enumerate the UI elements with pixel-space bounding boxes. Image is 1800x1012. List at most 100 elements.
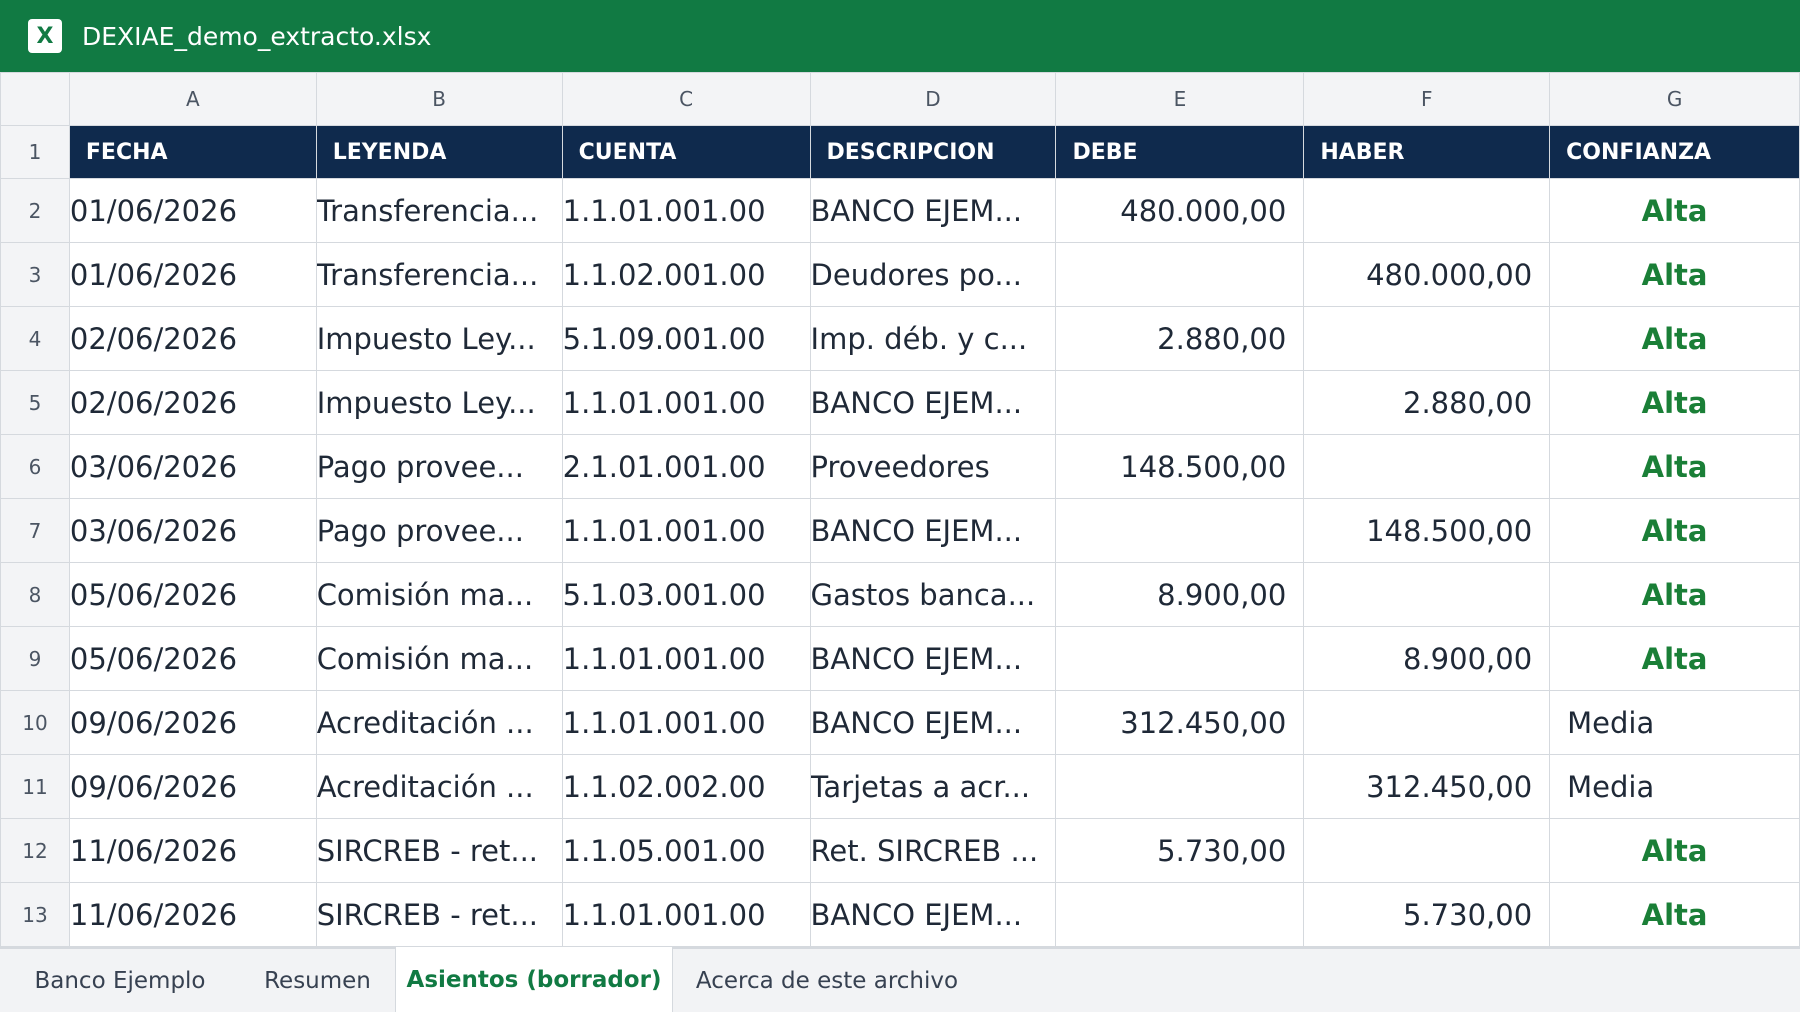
- cell-leyenda[interactable]: Acreditación ...: [315, 690, 563, 755]
- cell-confianza[interactable]: Alta: [1549, 178, 1800, 243]
- cell-descripcion[interactable]: Gastos banca...: [809, 562, 1057, 627]
- row-header[interactable]: 1: [0, 125, 70, 179]
- cell-debe[interactable]: 480.000,00: [1055, 178, 1305, 243]
- header-cell-debe[interactable]: DEBE: [1055, 125, 1305, 179]
- cell-debe[interactable]: 8.900,00: [1055, 562, 1305, 627]
- cell-fecha[interactable]: 03/06/2026: [68, 434, 317, 499]
- cell-haber[interactable]: 5.730,00: [1303, 882, 1551, 947]
- cell-leyenda[interactable]: Impuesto Ley...: [315, 306, 563, 371]
- header-cell-fecha[interactable]: FECHA: [68, 125, 317, 179]
- cell-confianza[interactable]: Alta: [1549, 306, 1800, 371]
- cell-haber[interactable]: 8.900,00: [1303, 626, 1551, 691]
- cell-fecha[interactable]: 11/06/2026: [68, 882, 317, 947]
- spreadsheet-grid[interactable]: A B C D E F G 1 FECHA LEYENDA CUENTA DES…: [0, 72, 1800, 947]
- row-header[interactable]: 9: [0, 626, 70, 691]
- cell-cuenta[interactable]: 1.1.01.001.00: [561, 178, 811, 243]
- row-header[interactable]: 13: [0, 882, 70, 947]
- column-header-e[interactable]: E: [1055, 72, 1305, 126]
- cell-debe[interactable]: 2.880,00: [1055, 306, 1305, 371]
- cell-cuenta[interactable]: 1.1.01.001.00: [561, 690, 811, 755]
- cell-confianza[interactable]: Alta: [1549, 562, 1800, 627]
- cell-descripcion[interactable]: BANCO EJEM...: [809, 178, 1057, 243]
- cell-cuenta[interactable]: 5.1.09.001.00: [561, 306, 811, 371]
- cell-fecha[interactable]: 05/06/2026: [68, 562, 317, 627]
- cell-confianza[interactable]: Alta: [1549, 242, 1800, 307]
- cell-fecha[interactable]: 01/06/2026: [68, 178, 317, 243]
- cell-haber[interactable]: 2.880,00: [1303, 370, 1551, 435]
- cell-fecha[interactable]: 02/06/2026: [68, 306, 317, 371]
- cell-haber[interactable]: 480.000,00: [1303, 242, 1551, 307]
- cell-cuenta[interactable]: 1.1.02.001.00: [561, 242, 811, 307]
- column-header-c[interactable]: C: [561, 72, 811, 126]
- column-header-g[interactable]: G: [1549, 72, 1800, 126]
- cell-cuenta[interactable]: 1.1.02.002.00: [561, 754, 811, 819]
- header-cell-haber[interactable]: HABER: [1303, 125, 1551, 179]
- cell-cuenta[interactable]: 2.1.01.001.00: [561, 434, 811, 499]
- tab-acerca-de-este-archivo[interactable]: Acerca de este archivo: [673, 949, 981, 1012]
- cell-cuenta[interactable]: 1.1.01.001.00: [561, 498, 811, 563]
- cell-fecha[interactable]: 03/06/2026: [68, 498, 317, 563]
- cell-leyenda[interactable]: SIRCREB - ret...: [315, 818, 563, 883]
- header-cell-descripcion[interactable]: DESCRIPCION: [809, 125, 1057, 179]
- cell-leyenda[interactable]: Transferencia...: [315, 178, 563, 243]
- row-header[interactable]: 5: [0, 370, 70, 435]
- cell-fecha[interactable]: 01/06/2026: [68, 242, 317, 307]
- cell-descripcion[interactable]: BANCO EJEM...: [809, 626, 1057, 691]
- cell-leyenda[interactable]: Transferencia...: [315, 242, 563, 307]
- tab-asientos-borrador[interactable]: Asientos (borrador): [395, 947, 673, 1012]
- cell-fecha[interactable]: 09/06/2026: [68, 690, 317, 755]
- cell-cuenta[interactable]: 5.1.03.001.00: [561, 562, 811, 627]
- cell-fecha[interactable]: 02/06/2026: [68, 370, 317, 435]
- cell-descripcion[interactable]: BANCO EJEM...: [809, 498, 1057, 563]
- cell-debe[interactable]: 148.500,00: [1055, 434, 1305, 499]
- cell-debe[interactable]: [1055, 370, 1305, 435]
- cell-confianza[interactable]: Alta: [1549, 818, 1800, 883]
- cell-debe[interactable]: 5.730,00: [1055, 818, 1305, 883]
- cell-leyenda[interactable]: SIRCREB - ret...: [315, 882, 563, 947]
- header-cell-confianza[interactable]: CONFIANZA: [1549, 125, 1800, 179]
- tab-banco-ejemplo[interactable]: Banco Ejemplo: [0, 949, 240, 1012]
- cell-haber[interactable]: [1303, 818, 1551, 883]
- select-all-corner[interactable]: [0, 72, 70, 126]
- column-header-d[interactable]: D: [809, 72, 1057, 126]
- cell-descripcion[interactable]: Proveedores: [809, 434, 1057, 499]
- cell-cuenta[interactable]: 1.1.01.001.00: [561, 882, 811, 947]
- header-cell-leyenda[interactable]: LEYENDA: [315, 125, 563, 179]
- cell-descripcion[interactable]: Ret. SIRCREB ...: [809, 818, 1057, 883]
- row-header[interactable]: 4: [0, 306, 70, 371]
- cell-leyenda[interactable]: Acreditación ...: [315, 754, 563, 819]
- row-header[interactable]: 6: [0, 434, 70, 499]
- cell-descripcion[interactable]: BANCO EJEM...: [809, 882, 1057, 947]
- row-header[interactable]: 10: [0, 690, 70, 755]
- cell-debe[interactable]: [1055, 626, 1305, 691]
- cell-cuenta[interactable]: 1.1.01.001.00: [561, 626, 811, 691]
- cell-leyenda[interactable]: Pago provee...: [315, 498, 563, 563]
- cell-fecha[interactable]: 05/06/2026: [68, 626, 317, 691]
- cell-confianza[interactable]: Alta: [1549, 498, 1800, 563]
- cell-haber[interactable]: 148.500,00: [1303, 498, 1551, 563]
- cell-haber[interactable]: 312.450,00: [1303, 754, 1551, 819]
- row-header[interactable]: 7: [0, 498, 70, 563]
- cell-cuenta[interactable]: 1.1.05.001.00: [561, 818, 811, 883]
- cell-debe[interactable]: [1055, 882, 1305, 947]
- cell-debe[interactable]: [1055, 498, 1305, 563]
- column-header-b[interactable]: B: [315, 72, 563, 126]
- cell-fecha[interactable]: 09/06/2026: [68, 754, 317, 819]
- cell-debe[interactable]: 312.450,00: [1055, 690, 1305, 755]
- row-header[interactable]: 12: [0, 818, 70, 883]
- column-header-f[interactable]: F: [1303, 72, 1551, 126]
- cell-haber[interactable]: [1303, 690, 1551, 755]
- row-header[interactable]: 11: [0, 754, 70, 819]
- cell-leyenda[interactable]: Comisión ma...: [315, 562, 563, 627]
- row-header[interactable]: 3: [0, 242, 70, 307]
- cell-cuenta[interactable]: 1.1.01.001.00: [561, 370, 811, 435]
- cell-haber[interactable]: [1303, 178, 1551, 243]
- cell-confianza[interactable]: Alta: [1549, 626, 1800, 691]
- cell-fecha[interactable]: 11/06/2026: [68, 818, 317, 883]
- cell-haber[interactable]: [1303, 434, 1551, 499]
- cell-haber[interactable]: [1303, 306, 1551, 371]
- cell-haber[interactable]: [1303, 562, 1551, 627]
- cell-confianza[interactable]: Media: [1549, 690, 1800, 755]
- row-header[interactable]: 8: [0, 562, 70, 627]
- cell-confianza[interactable]: Alta: [1549, 434, 1800, 499]
